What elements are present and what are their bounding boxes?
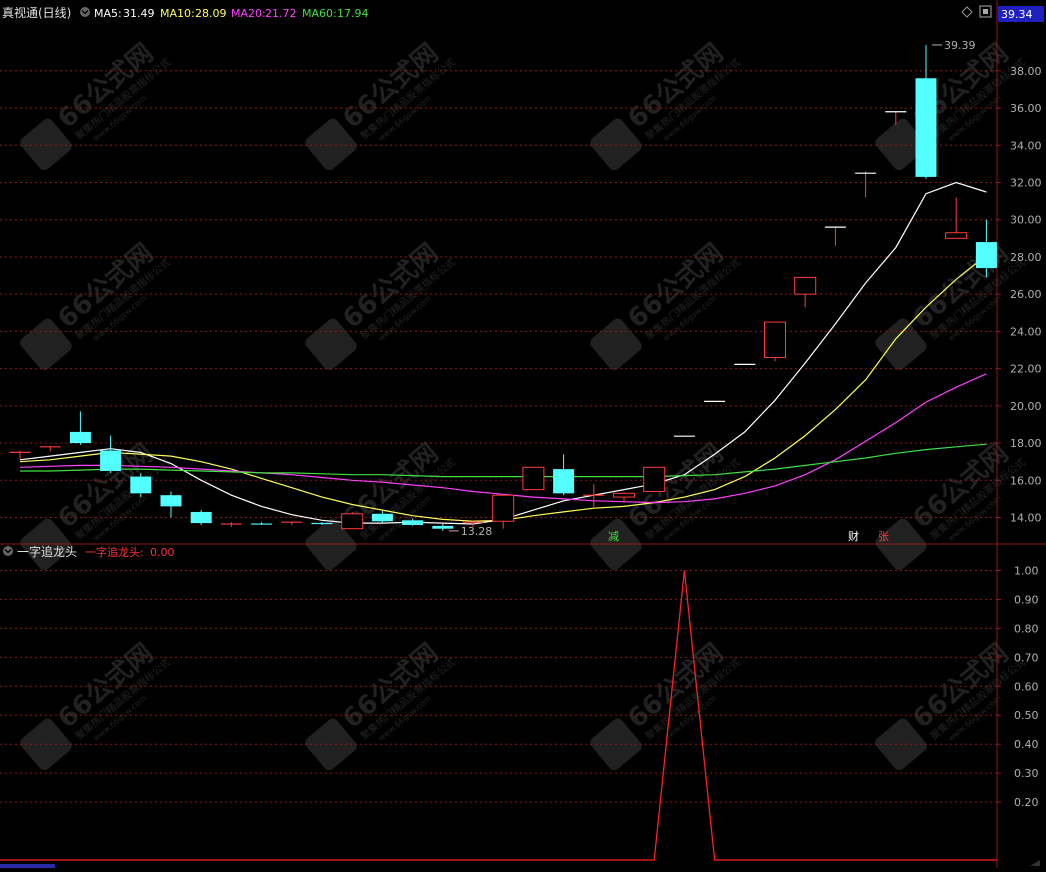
candle-body: [69, 431, 91, 444]
ma10-label: MA10:: [160, 7, 195, 20]
candle[interactable]: [190, 510, 212, 525]
candle-body: [522, 466, 545, 491]
candle[interactable]: [341, 511, 364, 530]
indicator-series-label: 一字追龙头:: [85, 545, 144, 559]
price-tick-label: 20.00: [1010, 400, 1042, 413]
candle-body: [553, 469, 575, 494]
value-tick-label: 0.40: [1014, 738, 1039, 751]
candle-body: [975, 242, 997, 269]
candle-body: [432, 525, 454, 529]
price-tick-label: 22.00: [1010, 363, 1042, 376]
price-tick-label: 28.00: [1010, 251, 1042, 264]
candle-body: [492, 494, 515, 522]
value-tick-label: 0.60: [1014, 680, 1039, 693]
candle-body: [371, 513, 393, 522]
price-tick-label: 34.00: [1010, 139, 1042, 152]
price-tick-label: 30.00: [1010, 214, 1042, 227]
candle-body: [915, 78, 937, 177]
value-tick-label: 0.70: [1014, 651, 1039, 664]
chart-title: 真视通(日线): [2, 5, 71, 20]
price-tick-label: 18.00: [1010, 437, 1042, 450]
candle[interactable]: [643, 466, 666, 492]
candle-body: [643, 466, 666, 492]
ma20-label: MA20:: [231, 7, 266, 20]
annotation-label: 39.39: [944, 39, 976, 52]
marker-jian[interactable]: 减: [608, 530, 619, 543]
candle-body: [402, 520, 424, 525]
stock-chart-window: 66公式网 聚集热门精品股票指标公式 www.66gsw.com 66公式网 聚集热门精…: [0, 0, 1046, 868]
candle[interactable]: [522, 466, 545, 491]
price-tick-label: 36.00: [1010, 102, 1042, 115]
value-tick-label: 0.80: [1014, 622, 1039, 635]
ma5-label: MA5:: [94, 7, 122, 20]
price-tick-label: 38.00: [1010, 65, 1042, 78]
indicator-series-value: 0.00: [150, 546, 175, 559]
candle[interactable]: [764, 321, 786, 362]
ma10-value: 28.09: [195, 7, 227, 20]
candle-body: [190, 511, 212, 524]
candle-body: [160, 495, 182, 507]
indicator-settings-icon[interactable]: [3, 546, 13, 556]
ma20-value: 21.72: [265, 7, 297, 20]
marker-cai[interactable]: 财: [848, 529, 859, 543]
value-tick-label: 1.00: [1014, 564, 1039, 577]
ma60-label: MA60:: [302, 7, 337, 20]
candle-body: [794, 276, 817, 295]
time-scrollbar[interactable]: [0, 864, 55, 868]
value-tick-label: 0.30: [1014, 767, 1039, 780]
value-tick-label: 0.50: [1014, 709, 1039, 722]
value-tick-label: 0.90: [1014, 593, 1039, 606]
ma-settings-icon[interactable]: [80, 7, 90, 17]
last-price-value: 39.34: [1001, 8, 1033, 21]
price-tick-label: 14.00: [1010, 512, 1042, 525]
stock-chart: 66公式网聚集热门精品股票指标公式www.66gsw.com 66公式网聚集热门精…: [0, 0, 1046, 868]
candle-body: [130, 476, 152, 494]
annotation-label: 13.28: [461, 525, 493, 538]
candle-body: [945, 232, 968, 239]
marker-zhang[interactable]: 张: [878, 530, 889, 543]
ma5-value: 31.49: [123, 7, 155, 20]
ma60-value: 17.94: [337, 7, 369, 20]
candle-body: [100, 450, 122, 471]
candle-body: [764, 321, 786, 358]
candle-body: [613, 492, 635, 498]
price-tick-label: 24.00: [1010, 325, 1042, 338]
value-tick-label: 0.20: [1014, 796, 1039, 809]
price-tick-label: 32.00: [1010, 176, 1042, 189]
price-tick-label: 26.00: [1010, 288, 1042, 301]
candle-body: [341, 513, 364, 530]
indicator-title: 一字追龙头: [17, 544, 77, 559]
price-tick-label: 16.00: [1010, 474, 1042, 487]
